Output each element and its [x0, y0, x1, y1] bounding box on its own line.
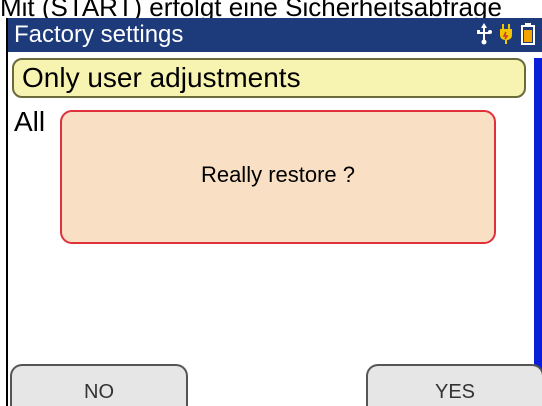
- option-all[interactable]: All: [14, 106, 45, 138]
- confirm-dialog: Really restore ?: [60, 110, 496, 244]
- no-button-label: NO: [84, 381, 114, 403]
- no-button[interactable]: NO: [10, 364, 188, 406]
- status-icons: [476, 23, 536, 45]
- yes-button[interactable]: YES: [366, 364, 542, 406]
- screen-title: Factory settings: [14, 21, 184, 48]
- power-plug-icon: [498, 23, 514, 45]
- option-label: Only user adjustments: [22, 62, 301, 93]
- dialog-message: Really restore ?: [200, 162, 356, 187]
- scrollbar[interactable]: [534, 58, 542, 406]
- option-only-user-adjustments[interactable]: Only user adjustments: [12, 58, 526, 98]
- device-screen: Factory settings Only user adjustments A…: [6, 18, 542, 406]
- battery-icon: [520, 23, 536, 45]
- yes-button-label: YES: [434, 381, 476, 403]
- document-caption: Mit (START) erfolgt eine Sicherheitsabfr…: [0, 0, 502, 20]
- usb-icon: [476, 23, 492, 45]
- title-bar: Factory settings: [8, 18, 542, 52]
